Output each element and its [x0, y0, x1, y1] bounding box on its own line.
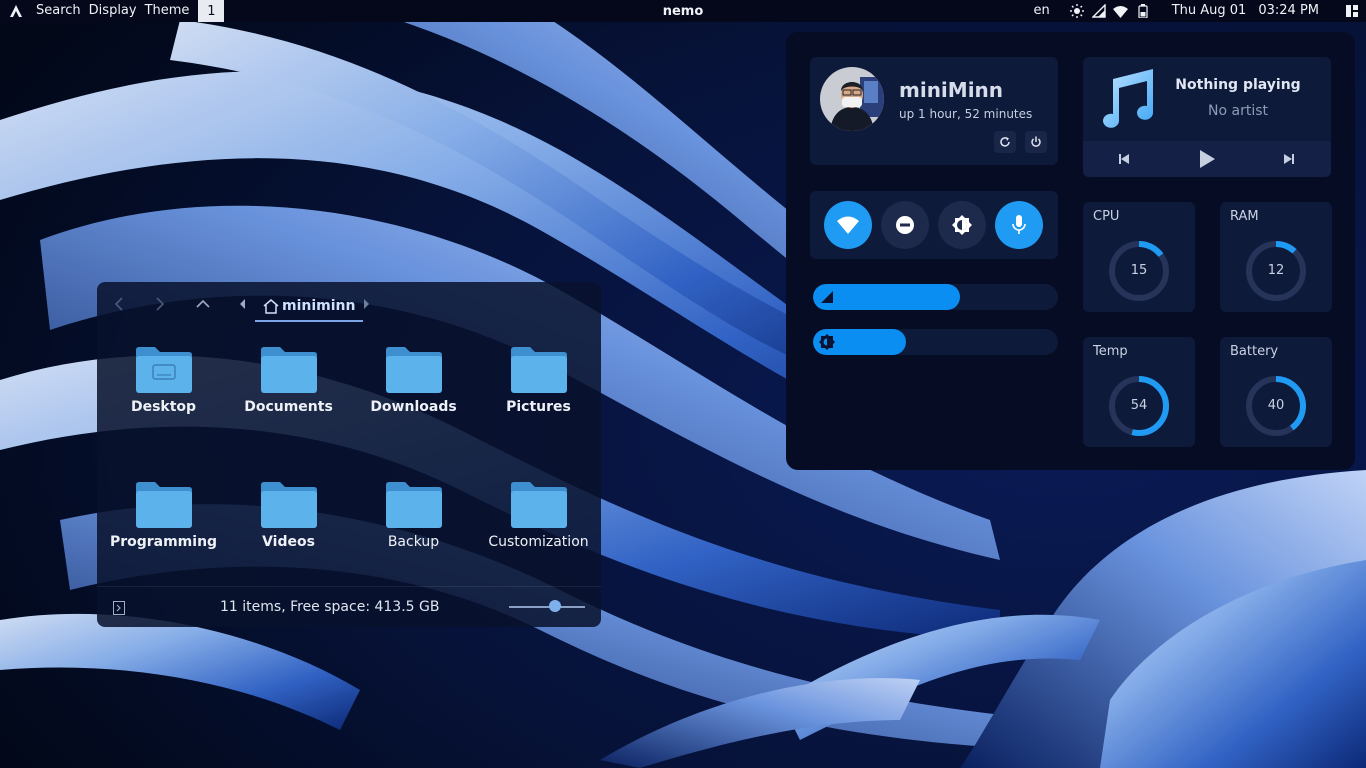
brightness-icon: [819, 334, 835, 350]
brightness-toggle[interactable]: [938, 201, 986, 249]
stat-card-ram: RAM 12: [1220, 202, 1332, 312]
file-item-label: Videos: [262, 534, 315, 550]
menu-theme[interactable]: Theme: [141, 0, 194, 22]
file-item-label: Backup: [387, 534, 440, 550]
file-item-customization[interactable]: Customization: [476, 461, 601, 581]
stat-label: CPU: [1093, 209, 1120, 224]
forward-icon[interactable]: [151, 295, 169, 313]
uptime-label: up 1 hour, 52 minutes: [899, 107, 1033, 121]
media-controls: [1083, 141, 1331, 177]
wifi-toggle[interactable]: [824, 201, 872, 249]
folder-icon: [260, 482, 317, 528]
user-card: miniMinn up 1 hour, 52 minutes: [810, 57, 1058, 165]
user-name: miniMinn: [899, 78, 1004, 102]
date-label[interactable]: Thu Aug 01: [1168, 0, 1251, 22]
time-label[interactable]: 03:24 PM: [1254, 0, 1323, 22]
brightness-icon: [952, 215, 972, 235]
stat-value: 12: [1267, 263, 1285, 278]
file-item-pictures[interactable]: Pictures: [476, 326, 601, 446]
dnd-toggle[interactable]: [881, 201, 929, 249]
wifi-icon[interactable]: [1113, 3, 1129, 19]
folder-icon: [385, 482, 442, 528]
file-item-label: Programming: [109, 534, 218, 550]
menu-search[interactable]: Search: [32, 0, 85, 22]
folder-icon: [135, 482, 192, 528]
dnd-icon: [896, 216, 914, 234]
crumb-left-icon[interactable]: [234, 295, 252, 313]
file-item-videos[interactable]: Videos: [226, 461, 351, 581]
folder-icon: [260, 347, 317, 393]
workspace-indicator[interactable]: 1: [198, 0, 225, 22]
stat-card-battery: Battery 40: [1220, 337, 1332, 447]
home-icon: [263, 298, 279, 314]
brightness-slider[interactable]: [813, 329, 1058, 355]
battery-icon[interactable]: [1135, 3, 1151, 19]
restart-button[interactable]: [994, 131, 1016, 153]
file-item-documents[interactable]: Documents: [226, 326, 351, 446]
media-artist: No artist: [1208, 103, 1268, 119]
folder-icon: [385, 347, 442, 393]
file-manager-window: miniminn Desktop Documents Downloads Pictur…: [97, 282, 601, 627]
file-manager-toolbar: miniminn: [97, 282, 601, 326]
breadcrumb-label: miniminn: [282, 298, 356, 314]
volume-icon: [821, 291, 833, 303]
up-icon[interactable]: [194, 295, 212, 313]
stat-card-temp: Temp 54: [1083, 337, 1195, 447]
folder-desktop-icon: [135, 347, 192, 393]
stat-card-cpu: CPU 15: [1083, 202, 1195, 312]
file-item-label: Documents: [244, 399, 333, 415]
sidebar-toggle-icon[interactable]: [113, 600, 125, 619]
menu-display[interactable]: Display: [85, 0, 141, 22]
wifi-icon: [837, 216, 859, 234]
app-launcher-icon[interactable]: [8, 3, 24, 19]
power-button[interactable]: [1025, 131, 1047, 153]
folder-icon: [510, 482, 567, 528]
stat-value: 15: [1130, 263, 1148, 278]
zoom-slider[interactable]: [509, 600, 585, 612]
brightness-icon[interactable]: [1069, 3, 1085, 19]
breadcrumb-home[interactable]: miniminn: [255, 292, 364, 322]
file-item-label: Pictures: [506, 399, 571, 415]
avatar: [820, 67, 884, 131]
crumb-right-icon[interactable]: [357, 295, 375, 313]
stat-label: RAM: [1230, 209, 1259, 224]
back-icon[interactable]: [110, 295, 128, 313]
keyboard-layout[interactable]: en: [1029, 0, 1053, 22]
file-item-backup[interactable]: Backup: [351, 461, 476, 581]
stat-label: Battery: [1230, 344, 1279, 359]
quick-toggles: [810, 191, 1058, 259]
file-item-label: Customization: [488, 534, 589, 550]
restart-icon: [1000, 137, 1010, 147]
status-text: 11 items, Free space: 413.5 GB: [220, 599, 440, 615]
file-item-programming[interactable]: Programming: [101, 461, 226, 581]
file-item-label: Desktop: [130, 399, 197, 415]
top-panel: Search Display Theme 1 nemo en Thu Aug 0…: [0, 0, 1366, 22]
music-note-icon: [1103, 69, 1153, 128]
microphone-toggle[interactable]: [995, 201, 1043, 249]
control-center-panel: miniMinn up 1 hour, 52 minutes Nothing p…: [786, 32, 1355, 470]
stat-value: 54: [1130, 398, 1148, 413]
mic-icon: [1012, 215, 1026, 234]
next-icon[interactable]: [1280, 150, 1298, 168]
file-item-label: Downloads: [370, 399, 457, 415]
file-item-desktop[interactable]: Desktop: [101, 326, 226, 446]
folder-icon: [510, 347, 567, 393]
media-title: Nothing playing: [1175, 77, 1301, 93]
previous-icon[interactable]: [1115, 150, 1133, 168]
play-icon[interactable]: [1198, 150, 1216, 168]
stat-value: 40: [1267, 398, 1285, 413]
status-bar: 11 items, Free space: 413.5 GB: [97, 586, 601, 627]
media-player: Nothing playing No artist: [1083, 57, 1331, 177]
file-item-downloads[interactable]: Downloads: [351, 326, 476, 446]
layout-icon[interactable]: [1344, 3, 1360, 19]
signal-icon[interactable]: [1091, 3, 1107, 19]
volume-slider-fill: [813, 284, 960, 310]
volume-slider[interactable]: [813, 284, 1058, 310]
stat-label: Temp: [1093, 344, 1128, 359]
power-icon: [1031, 136, 1041, 147]
zoom-slider-handle[interactable]: [549, 600, 561, 612]
